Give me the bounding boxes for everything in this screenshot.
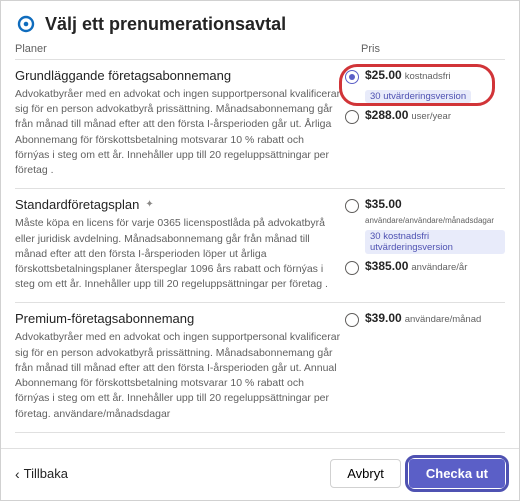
radio-icon[interactable] (345, 313, 359, 327)
plan-desc: Måste köpa en licens för varje 0365 lice… (15, 216, 341, 292)
plan-list: Grundläggande företagsabonnemang Advokat… (1, 59, 519, 433)
chevron-left-icon: ‹ (15, 467, 20, 481)
cancel-button[interactable]: Avbryt (330, 459, 401, 488)
price-unit: användare/månad (405, 314, 482, 326)
radio-icon[interactable] (345, 199, 359, 213)
plan-desc: Advokatbyråer med en advokat och ingen s… (15, 87, 341, 178)
back-button[interactable]: ‹ Tillbaka (15, 466, 68, 481)
column-headers: Planer Pris (1, 43, 519, 59)
sparkle-icon: ✦ (145, 199, 153, 210)
radio-icon[interactable] (345, 261, 359, 275)
price-amount: $39.00 (365, 311, 402, 327)
plan-name: Premium-företagsabonnemang (15, 311, 341, 326)
dialog-title: Välj ett prenumerationsavtal (45, 14, 286, 35)
trial-badge: 30 kostnadsfri utvärderingsversion (365, 230, 505, 254)
price-amount: $35.00 (365, 197, 402, 213)
price-amount: $288.00 (365, 108, 408, 124)
column-price-label: Pris (355, 43, 505, 55)
price-unit: user/year (411, 111, 451, 123)
column-plan-label: Planer (15, 43, 355, 55)
app-icon (15, 13, 37, 35)
price-amount: $25.00 (365, 68, 402, 84)
price-unit: användare/användare/månadsdagar (365, 216, 494, 226)
plan-premium: Premium-företagsabonnemang Advokatbyråer… (15, 302, 505, 432)
trial-badge: 30 utvärderingsversion (365, 90, 471, 103)
plan-desc: Advokatbyråer med en advokat och ingen s… (15, 330, 341, 421)
price-unit: kostnadsfri (405, 71, 451, 83)
plan-standard: Standardföretagsplan ✦ Måste köpa en lic… (15, 188, 505, 302)
price-unit: användare/år (411, 262, 467, 274)
plan-basic: Grundläggande företagsabonnemang Advokat… (15, 59, 505, 188)
dialog-footer: ‹ Tillbaka Avbryt Checka ut (1, 448, 519, 500)
price-option[interactable]: $39.00 användare/månad (345, 311, 505, 327)
radio-icon[interactable] (345, 70, 359, 84)
price-option[interactable]: $35.00 användare/användare/månadsdagar (345, 197, 505, 226)
checkout-button[interactable]: Checka ut (409, 459, 505, 488)
price-option[interactable]: $288.00 user/year (345, 108, 505, 124)
dialog-header: Välj ett prenumerationsavtal (1, 1, 519, 43)
price-option[interactable]: $25.00 kostnadsfri (345, 68, 505, 84)
price-option[interactable]: $385.00 användare/år (345, 259, 505, 275)
radio-icon[interactable] (345, 110, 359, 124)
price-amount: $385.00 (365, 259, 408, 275)
plan-name: Standardföretagsplan ✦ (15, 197, 341, 212)
plan-name: Grundläggande företagsabonnemang (15, 68, 341, 83)
back-label: Tillbaka (24, 466, 68, 481)
